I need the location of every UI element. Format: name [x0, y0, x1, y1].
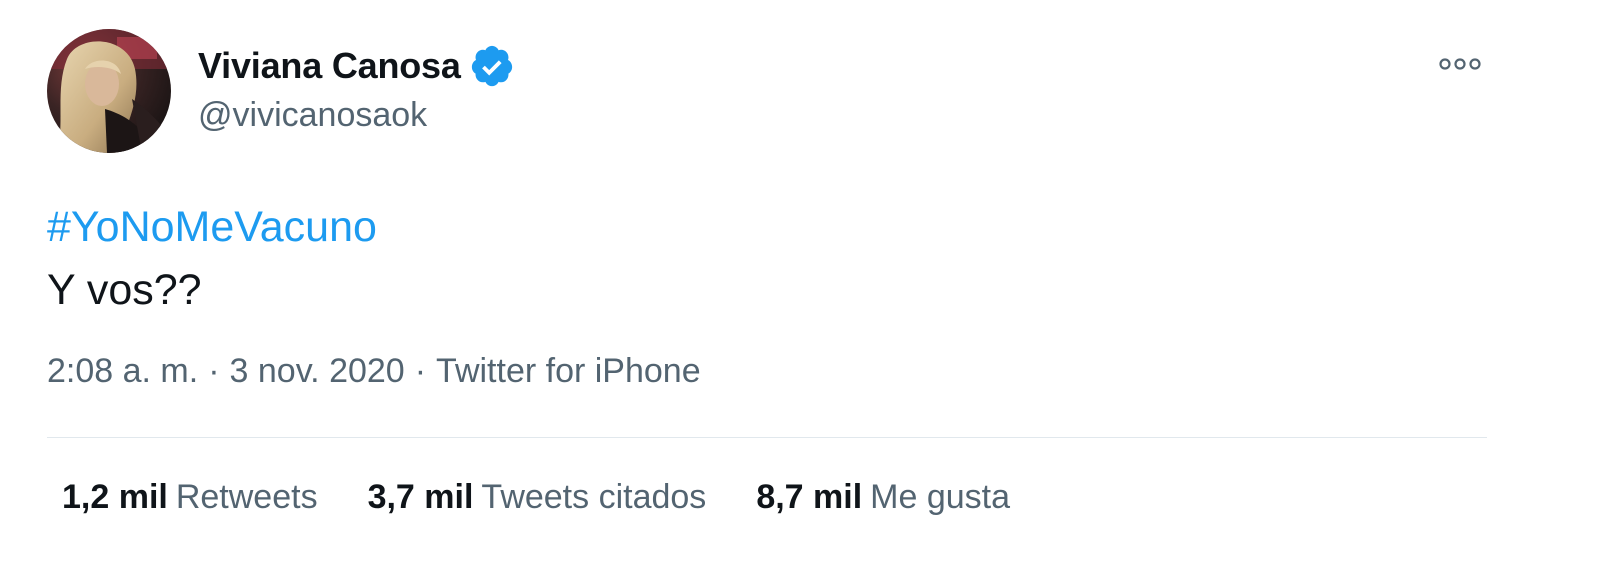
stat-likes-value: 8,7 mil: [756, 478, 863, 516]
tweet-text: #YoNoMeVacuno Y vos??: [47, 196, 377, 322]
avatar[interactable]: [47, 29, 171, 153]
avatar-image: [47, 29, 171, 153]
stat-quote-tweets-label: Tweets citados: [481, 478, 707, 516]
author-name-row: Viviana Canosa: [198, 44, 515, 88]
tweet-card: Viviana Canosa @vivicanosaok #YoNoMeVacu…: [0, 0, 1600, 565]
tweet-time[interactable]: 2:08 a. m.: [47, 352, 198, 390]
stat-likes[interactable]: 8,7 mil Me gusta: [756, 478, 1010, 517]
stat-quote-tweets[interactable]: 3,7 mil Tweets citados: [368, 478, 707, 517]
divider: [47, 437, 1487, 438]
author-block: Viviana Canosa @vivicanosaok: [198, 44, 515, 135]
hashtag-link[interactable]: #YoNoMeVacuno: [47, 196, 377, 259]
verified-badge-icon: [469, 43, 515, 89]
tweet-text-line: Y vos??: [47, 266, 202, 314]
meta-separator: ·: [208, 352, 220, 390]
stat-quote-tweets-value: 3,7 mil: [367, 478, 474, 516]
tweet-source[interactable]: Twitter for iPhone: [436, 352, 701, 390]
tweet-stats: 1,2 mil Retweets 3,7 mil Tweets citados 8,…: [62, 478, 1060, 517]
stat-retweets-label: Retweets: [175, 478, 318, 516]
more-options-icon[interactable]: [1436, 52, 1484, 76]
stat-retweets-value: 1,2 mil: [62, 478, 168, 516]
meta-separator: ·: [414, 352, 427, 390]
tweet-metadata: 2:08 a. m. · 3 nov. 2020 · Twitter for iPhon…: [47, 352, 701, 391]
tweet-date[interactable]: 3 nov. 2020: [230, 352, 405, 390]
author-handle[interactable]: @vivicanosaok: [198, 96, 515, 135]
stat-likes-label: Me gusta: [870, 478, 1011, 516]
stat-retweets[interactable]: 1,2 mil Retweets: [62, 478, 318, 517]
author-display-name[interactable]: Viviana Canosa: [198, 45, 461, 87]
